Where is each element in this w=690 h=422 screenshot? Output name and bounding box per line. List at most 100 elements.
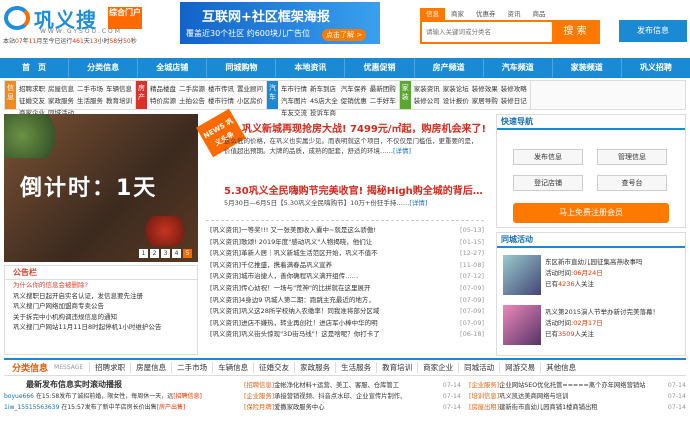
info-row[interactable]: [房屋出租]建新街市直幼儿园商铺1楼商铺出租 07-14	[469, 402, 686, 413]
ad-banner[interactable]: 互联网+社区框架海报 覆盖近30个社区 约600块儿广告位 点击了解 >	[180, 2, 380, 44]
info-title[interactable]: 企业网站SEO优化托管=====离个亦年网络营销站	[499, 382, 645, 389]
slide-page-button[interactable]: 5	[183, 249, 192, 258]
info-title[interactable]: 巩义凯达美商网络与培训	[499, 393, 568, 400]
register-button[interactable]: 马上免费注册会员	[513, 203, 669, 223]
category-link[interactable]: 二手好车	[370, 95, 396, 107]
news-item[interactable]: [巩义资讯]千亿推盛，携着满春品巩义宣养 [11-08]	[206, 260, 484, 272]
tab-0[interactable]: 信息	[420, 8, 445, 20]
classified-link[interactable]: 同城活动	[458, 362, 499, 373]
news-item[interactable]: [巩义资讯]歌颂! 2019年度"感动巩义"人物揭晓，他们让 [01-15]	[206, 237, 484, 249]
news-title[interactable]: [巩义资讯]传心幼祝！一场与"荒神"的比拼就在这里展开	[210, 283, 371, 295]
quick-manage-button[interactable]: 管理信息	[597, 149, 667, 165]
category-link[interactable]: 4S店大全	[310, 95, 338, 107]
notice-item[interactable]: 巩义搜职日起开启实名认证，发信息要先注册	[5, 291, 197, 302]
category-link[interactable]: 装修日记	[501, 95, 527, 107]
nav-item[interactable]: 家装频道	[553, 58, 622, 78]
news-item[interactable]: [巩义资讯]巩义这28所学校纳入农缴率！同我准将部分区域 [07-09]	[206, 306, 484, 318]
nav-item[interactable]: 同城购物	[207, 58, 277, 78]
category-link[interactable]: 设计报价	[443, 95, 469, 107]
classified-link[interactable]: 征婚交友	[253, 362, 294, 373]
info-title[interactable]: 建新街市直幼儿园商铺1楼商铺出租	[499, 404, 597, 411]
category-link[interactable]: 新车到店	[310, 83, 338, 95]
search-button[interactable]: 搜 索	[552, 22, 598, 42]
category-link[interactable]: 装修效果	[472, 83, 498, 95]
category-link[interactable]: 特价房源	[150, 95, 176, 107]
news-title[interactable]: [巩义资讯]进店不嫌热，转业再创社！进店军小棒中华的明	[210, 318, 378, 330]
news-title[interactable]: [巩义资讯]巩义街头惊现"3D街马线"！这是啥呢？你打卡了	[210, 329, 380, 341]
news-title[interactable]: [巩义资讯]一等奖!!! 又一张美图收入囊中~就是这么骄傲!	[210, 225, 376, 237]
tab-4[interactable]: 商品	[527, 8, 552, 20]
news-item[interactable]: [巩义资讯]城市治捷人，善你确程巩义满开组传…… [07-12]	[206, 271, 484, 283]
category-link[interactable]: 汽车保养	[341, 83, 367, 95]
news-title[interactable]: [巩义资讯]4身边9 巩城人第二期：跑跳主充最近的地方，	[210, 295, 375, 307]
news-title[interactable]: [巩义资讯]城市治捷人，善你确程巩义满开组传……	[210, 271, 358, 283]
quick-publish-button[interactable]: 发布信息	[513, 149, 583, 165]
banner-cta[interactable]: 点击了解 >	[322, 29, 367, 41]
category-link[interactable]: 教育培训	[106, 95, 132, 107]
nav-item[interactable]: 房产频道	[415, 58, 484, 78]
news-title[interactable]: [巩义资讯]巩义这28所学校纳入农缴率！同我准将部分区域	[210, 306, 379, 318]
classified-link[interactable]: 招聘求职	[89, 362, 130, 373]
more-link[interactable]: [详情]	[409, 199, 427, 207]
search-input[interactable]	[422, 22, 552, 42]
category-link[interactable]: 楼市传讯	[208, 83, 234, 95]
category-link[interactable]: 二手房源	[179, 83, 205, 95]
info-title[interactable]: 金帐净化材料+运营、美工、客服、仓库管工	[274, 382, 399, 389]
news-item[interactable]: [巩义资讯]进店不嫌热，转业再创社！进店军小棒中华的明 [07-09]	[206, 318, 484, 330]
news-title[interactable]: [巩义资讯]歌颂! 2019年度"感动巩义"人物揭晓，他们让	[210, 237, 372, 249]
category-link[interactable]: 精品楼盘	[150, 83, 176, 95]
more-link[interactable]: [详情]	[393, 147, 411, 155]
notice-item[interactable]: 巩义搜门户网络加盟商专卖公告	[5, 301, 197, 312]
category-link[interactable]: 小区房价	[237, 95, 263, 107]
classified-link[interactable]: 车辆信息	[212, 362, 253, 373]
category-link[interactable]: 二手市场	[77, 83, 103, 95]
category-link[interactable]: 置业顾问	[237, 83, 263, 95]
nav-item[interactable]: 巩义招聘	[622, 58, 690, 78]
info-row[interactable]: [招聘信息]金帐净化材料+运营、美工、客服、仓库管工 07-14	[244, 380, 461, 391]
classified-link[interactable]: 教育培训	[376, 362, 417, 373]
site-logo[interactable]: 巩义搜 综合门户 WWW.GYSOU.COM	[4, 4, 144, 35]
slide-page-button[interactable]: 4	[172, 249, 181, 258]
nav-item[interactable]: 优惠促销	[345, 58, 415, 78]
info-row[interactable]: [培训信息]巩义凯达美商网络与培训 07-14	[469, 391, 686, 402]
slide-page-button[interactable]: 1	[139, 249, 148, 258]
slide-page-button[interactable]: 3	[161, 249, 170, 258]
info-title[interactable]: 爱撒家政服务中心	[274, 404, 324, 411]
classified-link[interactable]: 网游交易	[499, 362, 540, 373]
news-title[interactable]: [巩义资讯]千亿推盛，携着满春品巩义宣养	[210, 260, 332, 272]
category-link[interactable]: 家居导购	[472, 95, 498, 107]
category-link[interactable]: 促销优惠	[341, 95, 367, 107]
slide-page-button[interactable]: 2	[150, 249, 159, 258]
category-link[interactable]: 征婚交友	[19, 95, 45, 107]
info-text[interactable]: [企业服务]承接营销视频、抖音点水印、企业宣传片制作、	[244, 391, 406, 402]
news-item[interactable]: [巩义资讯]一等奖!!! 又一张美图收入囊中~就是这么骄傲! [05-13]	[206, 225, 484, 237]
tab-3[interactable]: 资讯	[502, 8, 527, 20]
info-text[interactable]: [招聘信息]金帐净化材料+运营、美工、客服、仓库管工	[244, 380, 399, 391]
nav-item[interactable]: 本地资讯	[276, 58, 346, 78]
info-title[interactable]: 承接营销视频、抖音点水印、企业宣传片制作、	[274, 393, 406, 400]
category-link[interactable]: 最新团购	[370, 83, 396, 95]
notice-item[interactable]: 为什么你的信息会被删除?	[5, 280, 197, 291]
notice-item[interactable]: 关于拆完中小机构调违规信息的通知	[5, 312, 197, 323]
classified-link[interactable]: 商家企业	[417, 362, 458, 373]
tab-1[interactable]: 商家	[445, 8, 470, 20]
category-link[interactable]: 汽车图片	[281, 95, 307, 107]
news-item[interactable]: [巩义资讯]巩义街头惊现"3D街马线"！这是啥呢？你打卡了 [06-18]	[206, 329, 484, 341]
info-row[interactable]: [企业服务]承接营销视频、抖音点水印、企业宣传片制作、 07-14	[244, 391, 461, 402]
category-link[interactable]: 土拍公告	[179, 95, 205, 107]
category-link[interactable]: 家装论坛	[443, 83, 469, 95]
notice-item[interactable]: 巩义搜门户网站11月11日8时起停机1小时维护公告	[5, 322, 197, 333]
nav-item[interactable]: 分类信息	[69, 58, 139, 78]
activity-name[interactable]: 巩义第2015演人节举办新讨完美落幕！	[545, 307, 659, 318]
classified-link[interactable]: 二手市场	[171, 362, 212, 373]
latest-item[interactable]: boyue666 在15:58发布了诚招前婚，限女性，每周休一天，远[招聘信息]	[4, 391, 236, 402]
quick-lookup-button[interactable]: 查号台	[597, 175, 667, 191]
news-title[interactable]: [巩义资讯]革新人居｜巩义新城生活范区开始，巩义不值不	[210, 248, 378, 260]
info-text[interactable]: [保险月牌]爱撒家政服务中心	[244, 402, 324, 413]
publish-button[interactable]: 发布信息	[619, 20, 687, 42]
info-text[interactable]: [房屋出租]建新街市直幼儿园商铺1楼商铺出租	[469, 402, 598, 413]
category-link[interactable]: 家装资讯	[414, 83, 440, 95]
category-link[interactable]: 车辆信息	[106, 83, 132, 95]
headline-1[interactable]: 巩义新城再现抢房大战! 7499元/㎡起，购房机会来了!	[242, 120, 486, 135]
news-item[interactable]: [巩义资讯]革新人居｜巩义新城生活范区开始，巩义不值不 [12-27]	[206, 248, 484, 260]
